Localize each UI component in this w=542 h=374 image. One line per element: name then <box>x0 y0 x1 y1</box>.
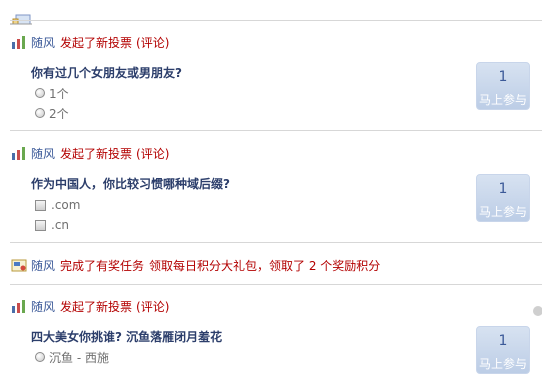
task-reward: ，领取了 2 个奖励积分 <box>257 258 381 273</box>
feed-action[interactable]: 发起了新投票 <box>60 34 132 51</box>
task-icon <box>11 259 27 272</box>
poll-option-label: 2个 <box>49 106 69 121</box>
poll-icon <box>12 300 25 313</box>
radio-icon[interactable] <box>35 352 45 362</box>
feed-item-header: 随风 发起了新投票 (评论) <box>11 145 169 161</box>
feed-action[interactable]: 发起了新投票 <box>60 145 132 162</box>
feed-top-icon <box>10 14 32 25</box>
user-link[interactable]: 随风 <box>31 34 55 51</box>
checkbox-icon[interactable] <box>35 199 46 211</box>
user-link[interactable]: 随风 <box>31 257 55 274</box>
divider <box>10 242 542 243</box>
feed-item-header: 随风 发起了新投票 (评论) <box>11 298 169 314</box>
poll-question[interactable]: 你有过几个女朋友或男朋友? <box>31 64 182 81</box>
feed-item-header: 随风 完成了有奖任务 领取每日积分大礼包 ，领取了 2 个奖励积分 <box>11 257 380 273</box>
poll-option[interactable]: 2个 <box>35 106 69 121</box>
poll-option-label: 1个 <box>49 86 69 101</box>
poll-icon <box>12 36 25 49</box>
poll-icon <box>12 147 25 160</box>
join-label: 马上参与 <box>478 357 527 371</box>
join-label: 马上参与 <box>478 93 527 107</box>
comment-link[interactable]: (评论) <box>136 298 169 315</box>
checkbox-icon[interactable] <box>35 219 46 231</box>
radio-icon[interactable] <box>35 108 45 118</box>
vote-count: 1 <box>498 333 508 349</box>
poll-option-label: .com <box>51 198 81 212</box>
task-name: 领取每日积分大礼包 <box>149 258 258 273</box>
join-label: 马上参与 <box>478 205 527 219</box>
poll-option[interactable]: .cn <box>35 218 69 232</box>
poll-option[interactable]: .com <box>35 198 80 212</box>
divider <box>10 130 542 131</box>
poll-option[interactable]: 沉鱼 - 西施 <box>35 350 109 365</box>
scroll-indicator[interactable] <box>533 306 542 316</box>
poll-option-label: 沉鱼 - 西施 <box>49 350 109 365</box>
divider <box>10 20 542 21</box>
comment-link[interactable]: (评论) <box>136 145 169 162</box>
poll-question[interactable]: 作为中国人，你比较习惯哪种域后缀? <box>31 175 230 192</box>
feed-action[interactable]: 发起了新投票 <box>60 298 132 315</box>
poll-option[interactable]: 1个 <box>35 86 69 101</box>
join-poll-button[interactable]: 1 马上参与 <box>476 326 530 374</box>
feed-item-header: 随风 发起了新投票 (评论) <box>11 34 169 50</box>
feed-action[interactable]: 完成了有奖任务 <box>60 257 144 274</box>
comment-link[interactable]: (评论) <box>136 34 169 51</box>
radio-icon[interactable] <box>35 88 45 98</box>
join-poll-button[interactable]: 1 马上参与 <box>476 62 530 110</box>
divider <box>10 284 542 285</box>
vote-count: 1 <box>498 181 508 197</box>
user-link[interactable]: 随风 <box>31 298 55 315</box>
poll-option-label: .cn <box>51 218 70 232</box>
vote-count: 1 <box>498 69 508 85</box>
poll-question[interactable]: 四大美女你挑谁? 沉鱼落雁闭月羞花 <box>31 328 222 345</box>
join-poll-button[interactable]: 1 马上参与 <box>476 174 530 222</box>
user-link[interactable]: 随风 <box>31 145 55 162</box>
